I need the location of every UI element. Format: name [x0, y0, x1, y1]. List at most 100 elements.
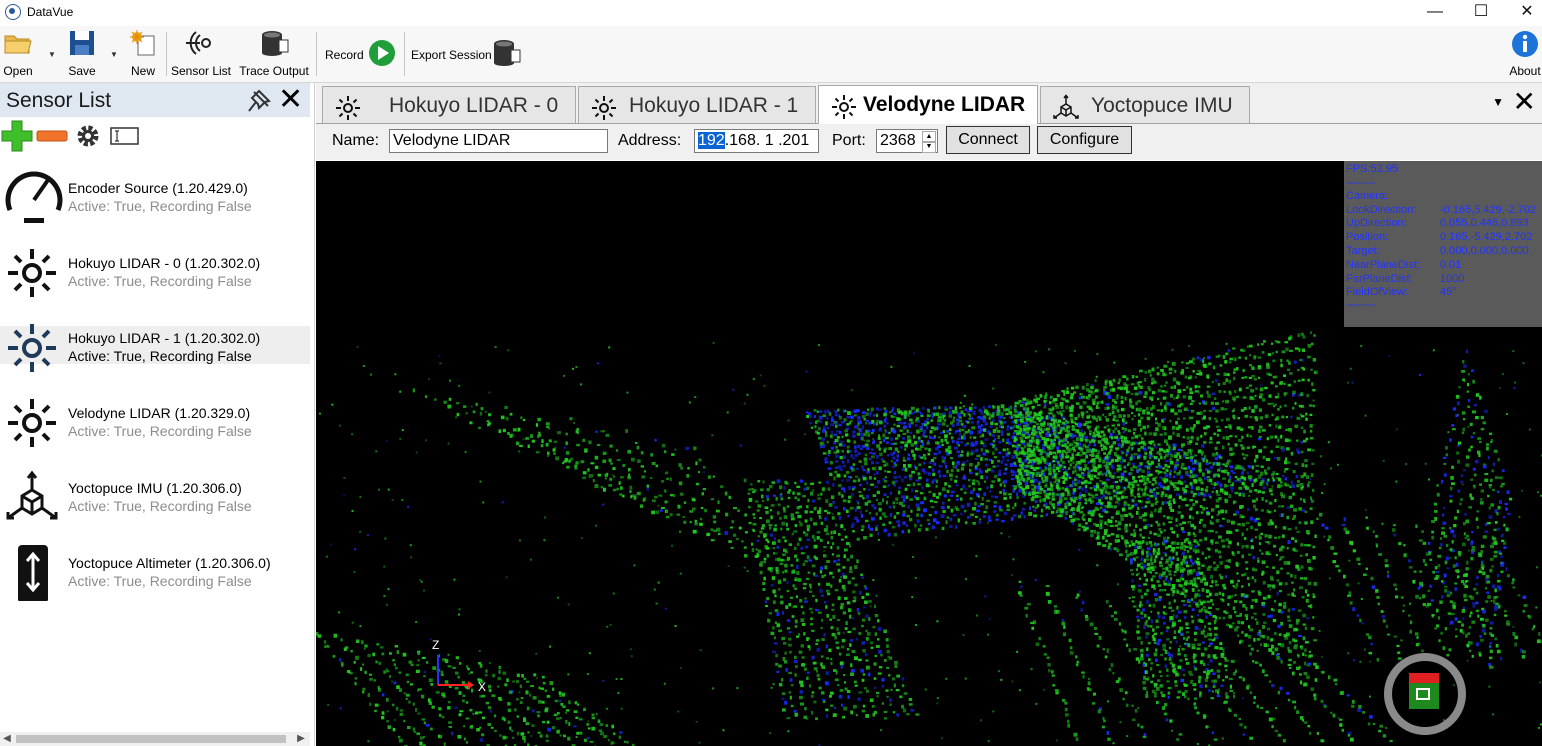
tab-yoctopuce-imu[interactable]: Yoctopuce IMU — [1040, 86, 1250, 123]
tab-hokuyo-lidar-0[interactable]: Hokuyo LIDAR - 0 — [322, 86, 576, 123]
view-cube-navigator[interactable] — [1382, 651, 1468, 737]
open-button[interactable]: Open — [0, 26, 36, 82]
x-axis-label: X — [478, 680, 487, 694]
look-direction-key: LookDirection: — [1346, 204, 1417, 216]
scroll-left-arrow-icon[interactable]: ◀ — [0, 732, 14, 746]
port-decrement-icon[interactable]: ▼ — [922, 141, 936, 153]
imu-cube-icon — [6, 470, 58, 520]
add-sensor-icon[interactable] — [0, 119, 34, 153]
title-bar: DataVue — ☐ ✕ — [0, 0, 1542, 26]
sensor-panel-toolbar — [0, 117, 310, 155]
sensor-item-yoctopuce-imu[interactable]: Yoctopuce IMU (1.20.306.0) Active: True,… — [0, 460, 310, 530]
lidar-icon — [592, 96, 616, 120]
lidar-icon — [336, 96, 360, 120]
gauge-icon — [5, 171, 63, 223]
axis-gizmo — [437, 655, 474, 689]
sensor-item-encoder-source[interactable]: Encoder Source (1.20.429.0) Active: True… — [0, 160, 310, 230]
window-title: DataVue — [27, 5, 74, 19]
database-icon — [262, 31, 289, 56]
save-button[interactable]: Save — [64, 26, 100, 82]
fps-readout: FPS:52.95 — [1346, 163, 1398, 175]
configure-button[interactable]: Configure — [1037, 126, 1132, 154]
lidar-icon — [8, 399, 56, 447]
sensor-panel-header: Sensor List ✕ — [0, 83, 310, 117]
sensor-tab-strip: Hokuyo LIDAR - 0 Hokuyo LIDAR - 1 Velody… — [316, 83, 1542, 124]
tab-hokuyo-lidar-1[interactable]: Hokuyo LIDAR - 1 — [578, 86, 816, 123]
address-octet-selected: 192 — [698, 132, 725, 149]
about-button[interactable]: About — [1506, 26, 1542, 82]
connect-button[interactable]: Connect — [946, 126, 1030, 154]
tab-velodyne-lidar[interactable]: Velodyne LIDAR — [818, 85, 1038, 124]
field-of-view-value: 45° — [1440, 286, 1457, 298]
sensor-signal-icon — [186, 31, 211, 55]
look-direction-value: -0.165,5.429,-2.702 — [1440, 204, 1537, 216]
far-plane-value: 1000 — [1440, 273, 1465, 285]
far-plane-key: FarPlaneDist: — [1346, 273, 1413, 285]
remove-sensor-icon[interactable] — [36, 129, 68, 143]
ribbon-toolbar: Open ▼ Save ▼ New Sensor List Trace Outp… — [0, 26, 1542, 83]
close-tab-icon[interactable]: ✕ — [1513, 85, 1536, 119]
folder-icon — [4, 35, 32, 54]
lidar-icon — [832, 95, 856, 119]
save-dropdown-chevron-icon[interactable]: ▼ — [110, 50, 118, 59]
open-dropdown-chevron-icon[interactable]: ▼ — [48, 50, 56, 59]
target-value: 0.000,0.000,0.000 — [1440, 245, 1529, 257]
floppy-disk-icon — [70, 31, 94, 55]
rename-field-icon[interactable] — [110, 126, 140, 146]
target-key: Target: — [1346, 245, 1380, 257]
tab-list-dropdown-icon[interactable]: ▼ — [1492, 95, 1504, 109]
record-button[interactable]: Record — [322, 36, 398, 70]
up-direction-key: UpDirection: — [1346, 217, 1407, 229]
minimize-button[interactable]: — — [1412, 0, 1458, 26]
name-input[interactable] — [389, 129, 608, 153]
z-axis-label: Z — [432, 638, 440, 652]
address-octets-rest: .168. 1 .201 — [724, 132, 810, 149]
export-database-icon — [494, 40, 521, 66]
address-input[interactable]: 192.168. 1 .201 — [694, 129, 819, 153]
maximize-button[interactable]: ☐ — [1458, 0, 1504, 26]
info-icon — [1512, 31, 1538, 57]
sensor-item-hokuyo-lidar-1[interactable]: Hokuyo LIDAR - 1 (1.20.302.0) Active: Tr… — [0, 310, 310, 380]
position-value: 0.165,-5.429,2.702 — [1440, 231, 1533, 243]
altimeter-icon — [18, 545, 48, 601]
sensor-panel-title: Sensor List — [6, 89, 112, 112]
camera-label: Camera: — [1346, 190, 1389, 202]
trace-output-button[interactable]: Trace Output — [238, 26, 310, 82]
address-label: Address: — [618, 132, 682, 149]
position-key: Position: — [1346, 231, 1389, 243]
lidar-icon — [8, 324, 56, 372]
camera-separator: -------- — [1346, 177, 1376, 189]
close-panel-icon[interactable]: ✕ — [278, 83, 303, 117]
port-stepper[interactable]: 2368 ▲ ▼ — [876, 129, 938, 153]
app-logo-icon — [5, 4, 21, 20]
field-of-view-key: FieldOfView: — [1346, 286, 1409, 298]
sensor-item-yoctopuce-altimeter[interactable]: Yoctopuce Altimeter (1.20.306.0) Active:… — [0, 535, 310, 605]
sensor-list-button[interactable]: Sensor List — [170, 26, 232, 82]
scrollbar-thumb[interactable] — [16, 735, 286, 743]
name-label: Name: — [332, 132, 380, 149]
new-button[interactable]: New — [126, 26, 160, 82]
ribbon-separator — [404, 32, 405, 76]
pin-icon[interactable] — [246, 88, 272, 114]
sensor-item-velodyne-lidar[interactable]: Velodyne LIDAR (1.20.329.0) Active: True… — [0, 385, 310, 455]
near-plane-value: 0.01 — [1440, 259, 1462, 271]
scroll-right-arrow-icon[interactable]: ▶ — [294, 732, 308, 746]
point-cloud-viewport[interactable]: FPS:52.95 -------- Camera: LookDirection… — [316, 161, 1542, 746]
new-document-icon — [130, 30, 155, 56]
lidar-icon — [8, 249, 56, 297]
play-icon — [369, 40, 395, 66]
up-direction-value: 0.055,0.446,0.893 — [1440, 217, 1529, 229]
export-session-button[interactable]: Export Session — [408, 36, 526, 70]
ribbon-separator — [166, 32, 167, 76]
sensor-list-horizontal-scrollbar[interactable]: ◀ ▶ — [0, 732, 310, 746]
ribbon-separator — [316, 32, 317, 76]
close-window-button[interactable]: ✕ — [1504, 0, 1542, 26]
connection-bar: Name: Address: 192.168. 1 .201 Port: 236… — [316, 124, 1542, 160]
sensor-item-hokuyo-lidar-0[interactable]: Hokuyo LIDAR - 0 (1.20.302.0) Active: Tr… — [0, 235, 310, 305]
camera-info-overlay: FPS:52.95 -------- Camera: LookDirection… — [1344, 161, 1542, 327]
sensor-list-panel: Sensor List ✕ Encoder Source (1.20.429.0… — [0, 83, 315, 746]
port-label: Port: — [832, 132, 866, 149]
imu-cube-icon — [1053, 94, 1079, 119]
near-plane-key: NearPlaneDist: — [1346, 259, 1420, 271]
gear-icon[interactable] — [74, 122, 102, 150]
